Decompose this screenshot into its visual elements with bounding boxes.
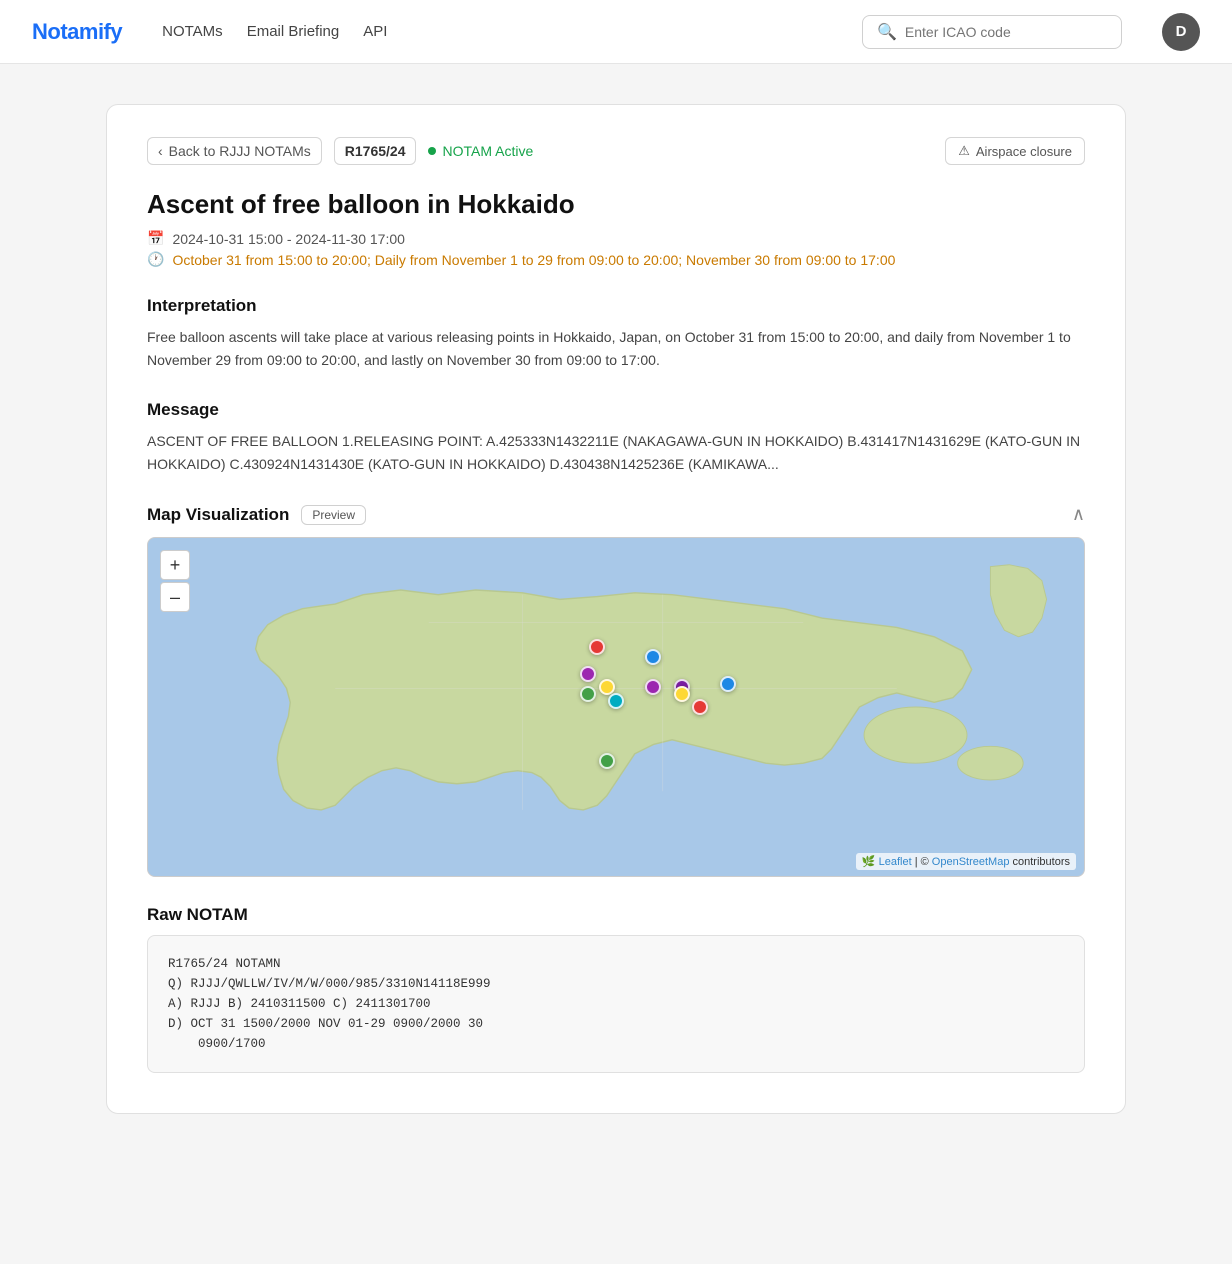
back-link[interactable]: ‹ Back to RJJJ NOTAMs <box>147 137 322 165</box>
raw-notam-title: Raw NOTAM <box>147 905 1085 925</box>
leaflet-icon: 🌿 <box>862 856 876 868</box>
schedule-row: 🕐 October 31 from 15:00 to 20:00; Daily … <box>147 251 1085 268</box>
notam-id: R1765/24 <box>334 137 417 165</box>
meta-left: ‹ Back to RJJJ NOTAMs R1765/24 NOTAM Act… <box>147 137 533 165</box>
map-container: + – 🌿 Leaflet | © OpenStreetMap contribu… <box>147 537 1085 877</box>
message-body: ASCENT OF FREE BALLOON 1.RELEASING POINT… <box>147 430 1085 476</box>
map-svg <box>148 538 1084 876</box>
interpretation-title: Interpretation <box>147 296 1085 316</box>
meta-row: ‹ Back to RJJJ NOTAMs R1765/24 NOTAM Act… <box>147 137 1085 165</box>
type-badge[interactable]: ⚠ Airspace closure <box>945 137 1085 165</box>
notam-title: Ascent of free balloon in Hokkaido <box>147 189 1085 220</box>
zoom-controls: + – <box>160 550 190 612</box>
nav-notams[interactable]: NOTAMs <box>162 19 223 44</box>
calendar-icon: 📅 <box>147 230 164 247</box>
map-title: Map Visualization <box>147 505 289 525</box>
osm-link[interactable]: OpenStreetMap <box>932 856 1010 868</box>
user-avatar[interactable]: D <box>1162 13 1200 51</box>
collapse-map-button[interactable]: ∧ <box>1072 504 1085 525</box>
status-badge: NOTAM Active <box>428 143 533 159</box>
date-range: 2024-10-31 15:00 - 2024-11-30 17:00 <box>172 231 404 247</box>
notam-card: ‹ Back to RJJJ NOTAMs R1765/24 NOTAM Act… <box>106 104 1126 1114</box>
warning-icon: ⚠ <box>958 143 970 159</box>
raw-notam-section: Raw NOTAM R1765/24 NOTAMN Q) RJJJ/QWLLW/… <box>147 905 1085 1073</box>
header: Notamify NOTAMs Email Briefing API 🔍 D <box>0 0 1232 64</box>
zoom-out-button[interactable]: – <box>160 582 190 612</box>
type-label: Airspace closure <box>976 144 1072 159</box>
attribution-separator: | © <box>915 856 932 868</box>
search-input[interactable] <box>905 24 1107 40</box>
message-title: Message <box>147 400 1085 420</box>
nav: NOTAMs Email Briefing API <box>162 19 387 44</box>
clock-icon: 🕐 <box>147 251 164 268</box>
schedule-text: October 31 from 15:00 to 20:00; Daily fr… <box>172 252 895 268</box>
status-label: NOTAM Active <box>442 143 533 159</box>
search-icon: 🔍 <box>877 22 897 42</box>
interpretation-section: Interpretation Free balloon ascents will… <box>147 296 1085 372</box>
map-header: Map Visualization Preview ∧ <box>147 504 1085 525</box>
nav-api[interactable]: API <box>363 19 387 44</box>
leaflet-link[interactable]: Leaflet <box>879 856 912 868</box>
logo[interactable]: Notamify <box>32 19 122 45</box>
zoom-in-button[interactable]: + <box>160 550 190 580</box>
raw-notam-content: R1765/24 NOTAMN Q) RJJJ/QWLLW/IV/M/W/000… <box>147 935 1085 1073</box>
preview-badge: Preview <box>301 505 366 525</box>
search-bar: 🔍 <box>862 15 1122 49</box>
interpretation-body: Free balloon ascents will take place at … <box>147 326 1085 372</box>
back-link-label: Back to RJJJ NOTAMs <box>169 143 311 159</box>
map-attribution: 🌿 Leaflet | © OpenStreetMap contributors <box>856 853 1076 870</box>
contributors-text: contributors <box>1013 856 1070 868</box>
status-dot <box>428 147 436 155</box>
date-row: 📅 2024-10-31 15:00 - 2024-11-30 17:00 <box>147 230 1085 247</box>
map-section: Map Visualization Preview ∧ <box>147 504 1085 877</box>
nav-email-briefing[interactable]: Email Briefing <box>247 19 340 44</box>
main-content: ‹ Back to RJJJ NOTAMs R1765/24 NOTAM Act… <box>86 104 1146 1114</box>
message-section: Message ASCENT OF FREE BALLOON 1.RELEASI… <box>147 400 1085 476</box>
chevron-left-icon: ‹ <box>158 143 163 159</box>
